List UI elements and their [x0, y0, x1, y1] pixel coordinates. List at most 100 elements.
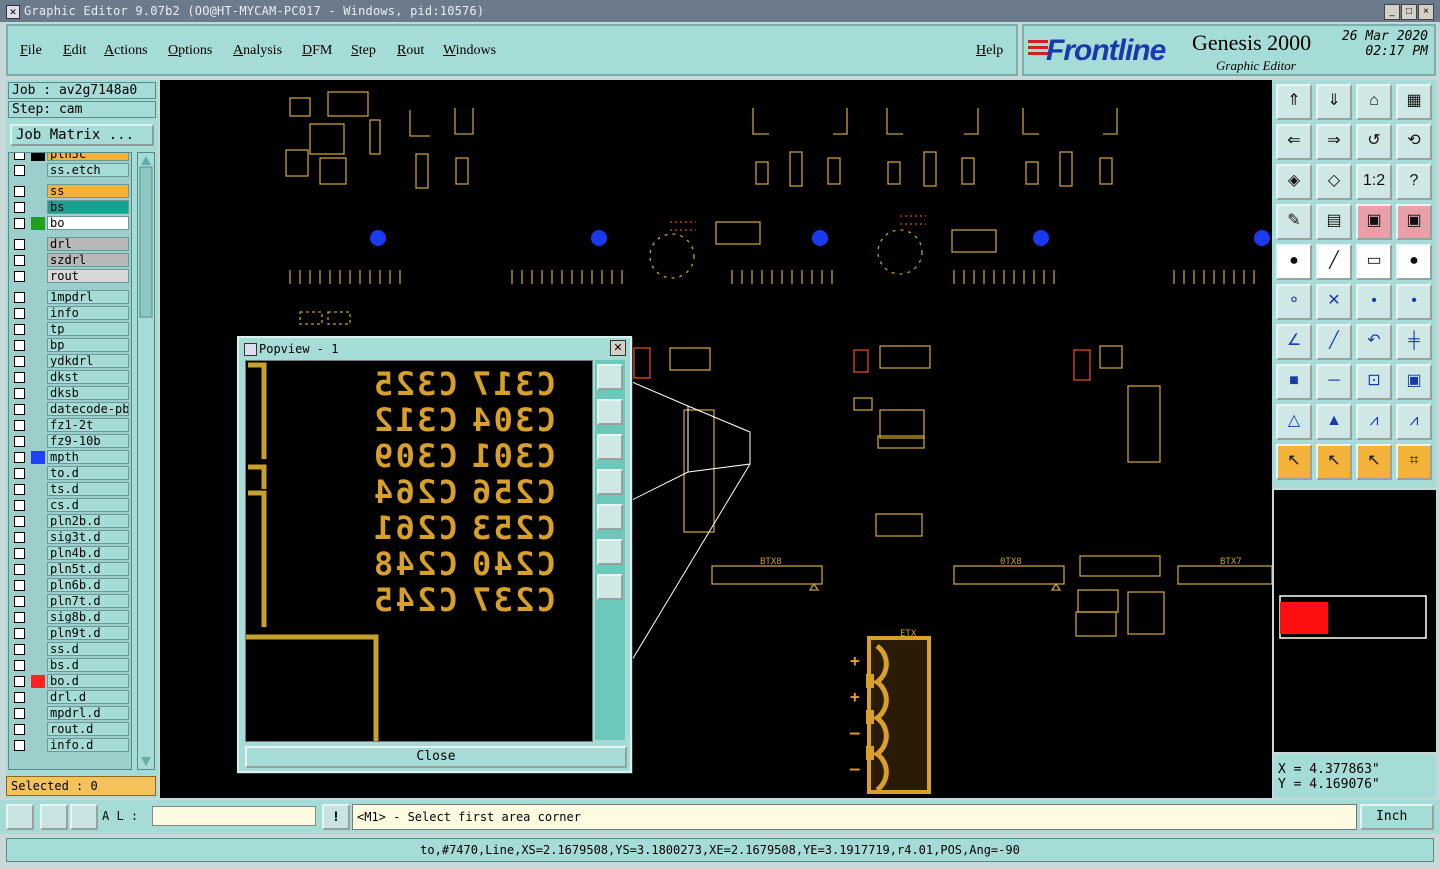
- layer-checkbox[interactable]: [14, 420, 25, 431]
- layer-name[interactable]: mpth: [47, 450, 129, 464]
- popview-tool-right[interactable]: [597, 504, 623, 530]
- layer-name[interactable]: pln9t.d: [47, 626, 129, 640]
- menu-file[interactable]: File: [20, 43, 42, 59]
- layer-row-bo[interactable]: bo: [11, 216, 129, 231]
- popview-tool-down[interactable]: [597, 434, 623, 460]
- select-icon[interactable]: ↖: [1276, 444, 1312, 480]
- house-icon[interactable]: ⌂: [1356, 84, 1392, 120]
- layer-checkbox[interactable]: [14, 372, 25, 383]
- one-to-one-icon[interactable]: 1:2: [1356, 164, 1392, 200]
- triangle-icon[interactable]: △: [1276, 404, 1312, 440]
- select-circle-icon[interactable]: ↖: [1356, 444, 1392, 480]
- layer-name[interactable]: tp: [47, 322, 129, 336]
- layer-checkbox[interactable]: [14, 468, 25, 479]
- layer-row-1mpdrl[interactable]: 1mpdrl: [11, 290, 129, 305]
- connect-icon[interactable]: ⚬: [1276, 284, 1312, 320]
- layers-red-icon[interactable]: ▣: [1356, 204, 1392, 240]
- layer-checkbox[interactable]: [14, 532, 25, 543]
- layer-row-pln7t.d[interactable]: pln7t.d: [11, 594, 129, 609]
- circle-icon[interactable]: ●: [1396, 244, 1432, 280]
- help-icon[interactable]: ?: [1396, 164, 1432, 200]
- layer-row-dksb[interactable]: dksb: [11, 386, 129, 401]
- window-icon[interactable]: ▦: [1396, 84, 1432, 120]
- layer-checkbox[interactable]: [14, 676, 25, 687]
- layer-name[interactable]: rout: [47, 269, 129, 283]
- popview-zoom-view[interactable]: C325 C317 C312 C304 C309 C301 C264 C256 C261 C253…: [245, 360, 593, 742]
- layer-row-ss[interactable]: ss: [11, 184, 129, 199]
- grid-toggle-icon[interactable]: ▤: [1316, 204, 1352, 240]
- units-dropdown[interactable]: Inch: [1360, 804, 1434, 830]
- popview-tool-zoom-out[interactable]: [597, 574, 623, 600]
- zoom-back-icon[interactable]: ↺: [1356, 124, 1392, 160]
- layer-row-dkst[interactable]: dkst: [11, 370, 129, 385]
- layer-name[interactable]: info.d: [47, 738, 129, 752]
- layer-name[interactable]: szdrl: [47, 253, 129, 267]
- layer-list-scrollbar[interactable]: [137, 152, 155, 770]
- pan-right-icon[interactable]: ⇒: [1316, 124, 1352, 160]
- layer-checkbox[interactable]: [14, 340, 25, 351]
- layer-row-pln4b.d[interactable]: pln4b.d: [11, 546, 129, 561]
- layer-checkbox[interactable]: [14, 580, 25, 591]
- layer-checkbox[interactable]: [14, 644, 25, 655]
- ruler-icon[interactable]: ▭: [1356, 244, 1392, 280]
- layer-checkbox[interactable]: [14, 292, 25, 303]
- layer-row-bs[interactable]: bs: [11, 200, 129, 215]
- menu-options[interactable]: Options: [168, 43, 212, 59]
- menu-dfm[interactable]: DFM: [302, 43, 332, 59]
- layer-name[interactable]: bp: [47, 338, 129, 352]
- layer-checkbox[interactable]: [14, 388, 25, 399]
- cross-icon[interactable]: ✕: [1316, 284, 1352, 320]
- layer-name[interactable]: ts.d: [47, 482, 129, 496]
- layer-name[interactable]: drl.d: [47, 690, 129, 704]
- layer-row-ss.d[interactable]: ss.d: [11, 642, 129, 657]
- menu-analysis[interactable]: Analysis: [233, 43, 282, 59]
- menu-windows[interactable]: Windows: [443, 43, 496, 59]
- layer-row-drl[interactable]: drl: [11, 237, 129, 252]
- layer-name[interactable]: pln4b.d: [47, 546, 129, 560]
- overview-map[interactable]: [1274, 490, 1436, 752]
- job-matrix-button[interactable]: Job Matrix ...: [10, 124, 154, 146]
- layer-checkbox[interactable]: [14, 324, 25, 335]
- layer-name[interactable]: pln5c: [47, 153, 129, 161]
- angle-icon[interactable]: ∠: [1276, 324, 1312, 360]
- maximize-button[interactable]: □: [1401, 4, 1417, 20]
- measure-icon[interactable]: [40, 804, 68, 830]
- arch-icon[interactable]: ⩘: [1356, 404, 1392, 440]
- layer-checkbox[interactable]: [14, 255, 25, 266]
- point-icon[interactable]: •: [1356, 284, 1392, 320]
- layer-checkbox[interactable]: [14, 660, 25, 671]
- arrow-up-icon[interactable]: ▲: [1316, 404, 1352, 440]
- layer-row-pln5t.d[interactable]: pln5t.d: [11, 562, 129, 577]
- layer-name[interactable]: pln6b.d: [47, 578, 129, 592]
- layer-row-mpth[interactable]: mpth: [11, 450, 129, 465]
- layer-checkbox[interactable]: [14, 596, 25, 607]
- layer-row-bp[interactable]: bp: [11, 338, 129, 353]
- layer-name[interactable]: pln2b.d: [47, 514, 129, 528]
- layer-row-bs.d[interactable]: bs.d: [11, 658, 129, 673]
- layer-name[interactable]: ydkdrl: [47, 354, 129, 368]
- layer-row-szdrl[interactable]: szdrl: [11, 253, 129, 268]
- layer-row-rout.d[interactable]: rout.d: [11, 722, 129, 737]
- layer-name[interactable]: bs.d: [47, 658, 129, 672]
- script-icon[interactable]: ✎: [1276, 204, 1312, 240]
- group-icon[interactable]: ▣: [1396, 364, 1432, 400]
- layer-checkbox[interactable]: [14, 356, 25, 367]
- layer-checkbox[interactable]: [14, 186, 25, 197]
- layer-name[interactable]: bo: [47, 216, 129, 230]
- layer-row-drl.d[interactable]: drl.d: [11, 690, 129, 705]
- layer-checkbox[interactable]: [14, 724, 25, 735]
- popview-tool-up[interactable]: [597, 399, 623, 425]
- affected-layers-input[interactable]: [152, 806, 316, 826]
- layer-checkbox[interactable]: [14, 202, 25, 213]
- menu-edit[interactable]: Edit: [63, 43, 86, 59]
- layer-checkbox[interactable]: [14, 612, 25, 623]
- layer-name[interactable]: drl: [47, 237, 129, 251]
- layer-row-tp[interactable]: tp: [11, 322, 129, 337]
- layer-checkbox[interactable]: [14, 516, 25, 527]
- layer-name[interactable]: ss: [47, 184, 129, 198]
- home-icon[interactable]: ⇑: [1276, 84, 1312, 120]
- layer-row-fz9-10b[interactable]: fz9-10b: [11, 434, 129, 449]
- layer-name[interactable]: ss.etch: [47, 163, 129, 177]
- layer-name[interactable]: rout.d: [47, 722, 129, 736]
- layer-checkbox[interactable]: [14, 564, 25, 575]
